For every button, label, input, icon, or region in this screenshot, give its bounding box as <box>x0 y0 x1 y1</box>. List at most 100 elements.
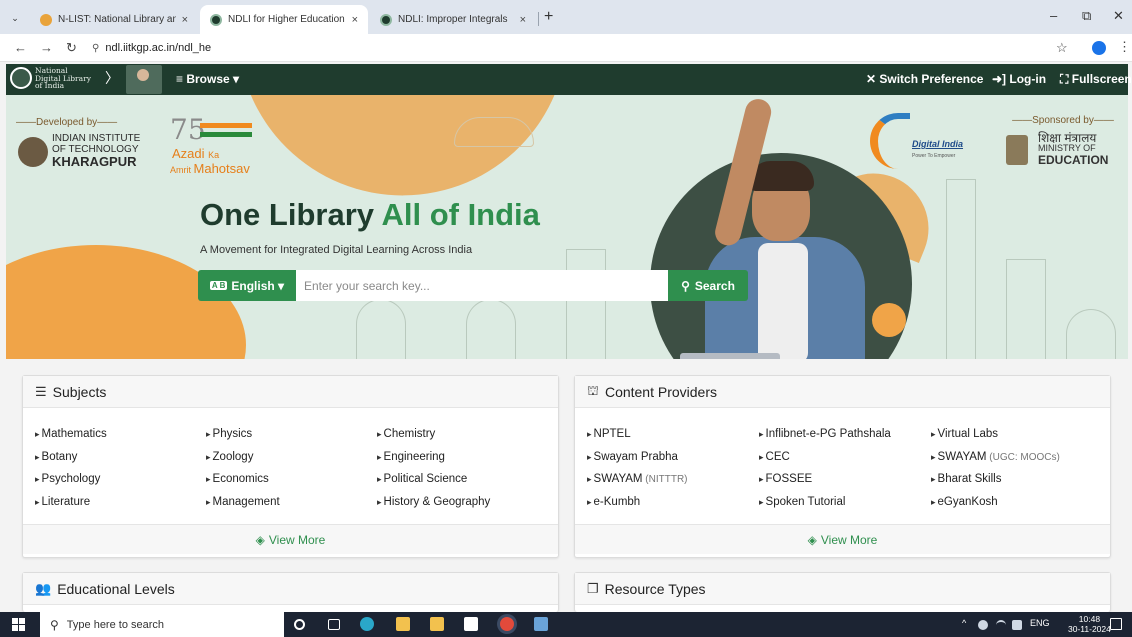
provider-link[interactable]: SWAYAM (NITTTR) <box>587 473 688 485</box>
photos-icon[interactable] <box>534 617 548 631</box>
layers-icon: ◈ <box>255 532 265 547</box>
ndli-logo[interactable]: National Digital Library of India 〉 <box>10 67 119 90</box>
subject-link[interactable]: Economics <box>206 473 269 485</box>
provider-link[interactable]: Inflibnet-e-PG Pathshala <box>759 428 891 440</box>
provider-link[interactable]: Swayam Prabha <box>587 451 678 463</box>
subject-link[interactable]: Psychology <box>35 473 101 485</box>
mail-icon[interactable] <box>464 617 478 631</box>
site-settings-icon[interactable]: ⚲ <box>92 43 99 54</box>
new-tab-button[interactable]: + <box>544 8 553 26</box>
language-dropdown[interactable]: A B English ▾ <box>198 270 296 301</box>
subjects-view-more-button[interactable]: ◈ View More <box>23 524 558 554</box>
sponsored-by-label: ——Sponsored by—— <box>1012 115 1114 126</box>
hero-subtitle: A Movement for Integrated Digital Learni… <box>200 244 473 256</box>
url-text: ndl.iitkgp.ac.in/ndl_he <box>105 42 212 54</box>
educational-levels-card: 👥 Educational Levels <box>22 572 559 612</box>
url-field[interactable]: ⚲ ndl.iitkgp.ac.in/ndl_he <box>90 38 1040 58</box>
provider-link[interactable]: SWAYAM (UGC: MOOCs) <box>931 451 1060 463</box>
cloud-illustration <box>454 117 534 147</box>
input-language[interactable]: ENG <box>1030 618 1050 628</box>
subject-link[interactable]: History & Geography <box>377 496 491 508</box>
subject-link[interactable]: Literature <box>35 496 91 508</box>
hero-banner: ——Developed by—— INDIAN INSTITUTE OF TEC… <box>6 95 1128 359</box>
provider-link[interactable]: eGyanKosh <box>931 496 998 508</box>
forward-button[interactable]: → <box>40 40 53 55</box>
tab-title: N-LIST: National Library and Inf <box>58 14 176 25</box>
chevron-right-icon[interactable]: 〉 <box>105 68 119 88</box>
profile-avatar-icon[interactable] <box>1092 41 1106 55</box>
ndli-logo-text: National Digital Library of India <box>35 66 91 90</box>
subject-link[interactable]: Chemistry <box>377 428 436 440</box>
tab-close-icon[interactable]: × <box>352 14 358 26</box>
provider-link[interactable]: CEC <box>759 451 790 463</box>
windows-start-icon[interactable] <box>12 618 25 631</box>
tab-separator <box>538 12 539 26</box>
task-view-icon[interactable] <box>328 619 340 630</box>
tab-close-icon[interactable]: × <box>182 14 188 26</box>
back-button[interactable]: ← <box>14 40 27 55</box>
search-icon: ⚲ <box>50 617 59 632</box>
tab-ndli-higher-education[interactable]: NDLI for Higher Education × <box>200 5 368 34</box>
tab-title: NDLI: Improper Integrals <box>398 14 508 25</box>
tab-close-icon[interactable]: × <box>520 14 526 26</box>
users-icon: 👥 <box>35 580 52 596</box>
reload-button[interactable]: ↻ <box>66 40 77 56</box>
wifi-icon[interactable] <box>996 620 1006 630</box>
search-icon: ⚲ <box>681 278 690 293</box>
subject-link[interactable]: Botany <box>35 451 78 463</box>
provider-link[interactable]: FOSSEE <box>759 473 813 485</box>
subject-link[interactable]: Zoology <box>206 451 254 463</box>
taskbar-search-field[interactable]: ⚲ Type here to search <box>40 612 284 637</box>
edge-icon[interactable] <box>360 617 374 631</box>
provider-link[interactable]: NPTEL <box>587 428 631 440</box>
subject-link[interactable]: Management <box>206 496 280 508</box>
skyline-illustration <box>1066 309 1116 359</box>
digital-india-logo: Digital India Power To Empower <box>870 113 980 173</box>
subject-link[interactable]: Physics <box>206 428 253 440</box>
subject-link[interactable]: Engineering <box>377 451 445 463</box>
address-bar: ← → ↻ ⚲ ndl.iitkgp.ac.in/ndl_he ☆ ⋮ <box>0 34 1132 62</box>
notifications-icon[interactable] <box>1110 618 1122 630</box>
system-clock[interactable]: 10:48 30-11-2024 <box>1068 614 1111 634</box>
ndli-favicon-icon <box>210 13 222 26</box>
browse-menu-button[interactable]: ≡ Browse ▾ <box>176 72 239 86</box>
provider-link[interactable]: Spoken Tutorial <box>759 496 846 508</box>
subject-link[interactable]: Mathematics <box>35 428 107 440</box>
search-button[interactable]: ⚲ Search <box>668 270 748 301</box>
network-icon[interactable] <box>978 620 988 630</box>
sponsored-by-block: ——Sponsored by—— शिक्षा मंत्रालय MINISTR… <box>1002 115 1124 167</box>
provider-link[interactable]: e-Kumbh <box>587 496 641 508</box>
store-icon[interactable] <box>430 617 444 631</box>
maximize-button[interactable]: ⧉ <box>1082 8 1091 24</box>
resource-types-card: ❐ Resource Types <box>574 572 1111 612</box>
provider-link[interactable]: Bharat Skills <box>931 473 1002 485</box>
browser-menu-icon[interactable]: ⋮ <box>1118 39 1131 55</box>
switch-preference-button[interactable]: ✕ Switch Preference <box>866 72 983 86</box>
search-bar: A B English ▾ ⚲ Search <box>198 270 748 301</box>
search-input[interactable] <box>296 270 668 301</box>
chrome-icon[interactable] <box>500 617 514 631</box>
minimize-button[interactable]: – <box>1050 8 1057 23</box>
cortana-icon[interactable] <box>294 619 305 630</box>
tab-improper-integrals[interactable]: NDLI: Improper Integrals × <box>370 5 536 34</box>
volume-icon[interactable] <box>1012 620 1022 630</box>
tray-overflow-icon[interactable]: ^ <box>962 618 966 628</box>
subject-link[interactable]: Political Science <box>377 473 468 485</box>
close-window-button[interactable]: ✕ <box>1113 8 1124 24</box>
ndli-globe-icon <box>10 67 32 90</box>
bookmark-star-icon[interactable]: ☆ <box>1056 40 1068 56</box>
login-button[interactable]: ➜] Log-in <box>992 72 1046 86</box>
ministry-name-line2: EDUCATION <box>1038 153 1109 167</box>
tricolor-flag-icon <box>200 123 252 137</box>
iit-kharagpur-emblem-icon <box>18 137 48 167</box>
decorative-dot <box>872 303 906 337</box>
fullscreen-button[interactable]: ⛶ Fullscreen <box>1060 72 1132 87</box>
file-explorer-icon[interactable] <box>396 617 410 631</box>
providers-view-more-button[interactable]: ◈ View More <box>575 524 1110 554</box>
tab-nlist[interactable]: N-LIST: National Library and Inf × <box>30 5 198 34</box>
provider-link[interactable]: Virtual Labs <box>931 428 999 440</box>
providers-list: NPTEL Swayam Prabha SWAYAM (NITTTR) e-Ku… <box>575 408 1110 524</box>
developed-by-block: ——Developed by—— <box>16 117 117 128</box>
tab-search-button[interactable]: ⌄ <box>6 9 24 27</box>
skyline-illustration <box>1006 259 1046 359</box>
